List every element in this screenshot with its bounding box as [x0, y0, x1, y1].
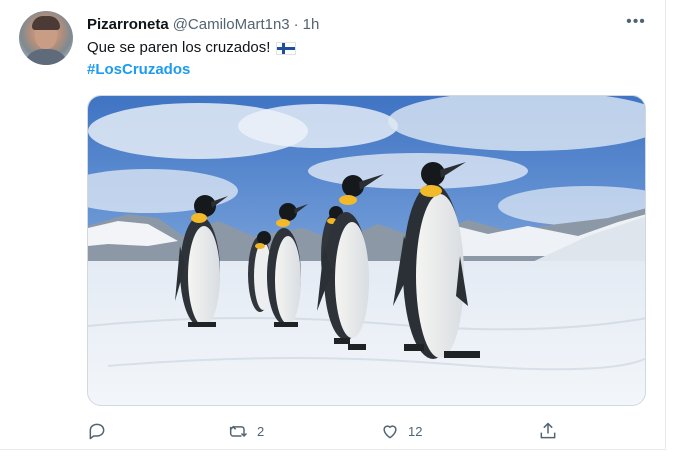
tweet-card[interactable]: Pizarroneta @CamiloMart1n3 · 1h ••• Que …: [0, 0, 666, 450]
tweet-media-image[interactable]: [87, 95, 646, 406]
display-name[interactable]: Pizarroneta: [87, 16, 169, 33]
avatar-hair: [32, 16, 60, 30]
retweet-icon: [229, 425, 248, 438]
more-options-button[interactable]: •••: [624, 12, 648, 32]
more-icon: •••: [626, 13, 646, 30]
tweet-text: Que se paren los cruzados!: [87, 38, 297, 58]
reply-button[interactable]: [87, 418, 107, 444]
like-count: 12: [408, 423, 423, 439]
hashtag-link[interactable]: #LosCruzados: [87, 60, 190, 80]
heart-icon: [383, 425, 397, 439]
avatar-shirt: [23, 49, 69, 65]
like-button[interactable]: 12: [380, 418, 422, 444]
tweet-text-content: Que se paren los cruzados!: [87, 39, 271, 56]
share-button[interactable]: [538, 418, 558, 444]
finland-flag-icon: [276, 41, 297, 55]
share-icon: [540, 422, 556, 439]
tweet-time[interactable]: 1h: [303, 16, 320, 33]
retweet-button[interactable]: 2: [229, 418, 264, 444]
reply-icon: [89, 423, 105, 440]
separator-dot: ·: [293, 15, 299, 33]
retweet-count: 2: [257, 423, 265, 439]
avatar[interactable]: [19, 11, 73, 65]
penguins-photo: [88, 96, 645, 405]
tweet-header: Pizarroneta @CamiloMart1n3 · 1h: [87, 14, 319, 34]
user-handle[interactable]: @CamiloMart1n3: [173, 16, 290, 33]
tweet-actions: 2 12: [87, 418, 567, 444]
